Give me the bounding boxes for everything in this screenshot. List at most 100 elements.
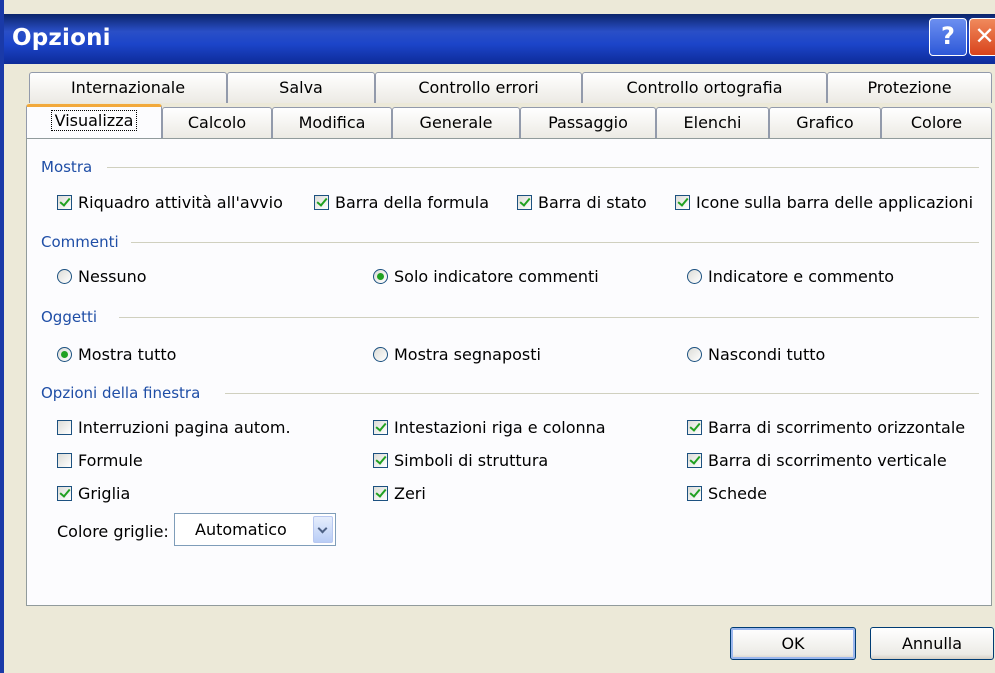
radio-label: Indicatore e commento [708, 267, 895, 286]
divider [131, 242, 979, 243]
checkbox-box[interactable] [687, 453, 702, 468]
checkbox-box[interactable] [314, 195, 329, 210]
tab-label: Calcolo [187, 113, 247, 132]
radio-circle[interactable] [57, 347, 72, 362]
tab-label: Salva [279, 78, 323, 97]
checkbox-label: Intestazioni riga e colonna [394, 418, 606, 437]
tab-label: Internazionale [70, 78, 186, 97]
checkbox-box[interactable] [373, 453, 388, 468]
checkbox-label: Simboli di struttura [394, 451, 549, 470]
checkbox-riquadro-attivita[interactable]: Riquadro attività all'avvio [57, 193, 283, 212]
checkbox-label: Formule [78, 451, 143, 470]
checkbox-box[interactable] [687, 420, 702, 435]
divider [119, 317, 979, 318]
tab-generale[interactable]: Generale [392, 107, 520, 138]
window-title: Opzioni [12, 25, 111, 51]
checkbox-schede[interactable]: Schede [687, 484, 767, 503]
radio-circle[interactable] [687, 269, 702, 284]
checkbox-box[interactable] [57, 486, 72, 501]
checkbox-scorrimento-verticale[interactable]: Barra di scorrimento verticale [687, 451, 947, 470]
radio-label: Mostra tutto [78, 345, 177, 364]
tab-label: Visualizza [50, 110, 138, 131]
radio-circle[interactable] [373, 347, 388, 362]
tab-grafico[interactable]: Grafico [769, 107, 881, 138]
help-icon: ? [941, 22, 955, 50]
options-dialog: Opzioni ? ✕ Internazionale Salva Control… [0, 0, 995, 673]
checkbox-label: Barra di stato [538, 193, 647, 212]
group-opzioni-finestra: Opzioni della finestra [41, 384, 201, 402]
radio-nascondi-tutto[interactable]: Nascondi tutto [687, 345, 825, 364]
tab-visualizza[interactable]: Visualizza [26, 104, 162, 138]
group-oggetti: Oggetti [41, 308, 98, 326]
radio-circle[interactable] [687, 347, 702, 362]
tab-internazionale[interactable]: Internazionale [29, 72, 227, 103]
tab-label: Modifica [298, 113, 366, 132]
checkbox-icone-barra-applicazioni[interactable]: Icone sulla barra delle applicazioni [675, 193, 973, 212]
checkbox-box[interactable] [675, 195, 690, 210]
tab-label: Controllo errori [418, 78, 539, 97]
checkbox-box[interactable] [57, 195, 72, 210]
checkbox-label: Riquadro attività all'avvio [78, 193, 283, 212]
tab-controllo-errori[interactable]: Controllo errori [375, 72, 582, 103]
tab-colore[interactable]: Colore [881, 107, 992, 138]
ok-button[interactable]: OK [730, 627, 856, 660]
radio-label: Nessuno [78, 267, 147, 286]
radio-mostra-tutto[interactable]: Mostra tutto [57, 345, 176, 364]
checkbox-label: Zeri [394, 484, 426, 503]
tab-calcolo[interactable]: Calcolo [162, 107, 272, 138]
radio-label: Solo indicatore commenti [394, 267, 599, 286]
tab-elenchi[interactable]: Elenchi [656, 107, 769, 138]
help-button[interactable]: ? [929, 18, 967, 56]
radio-solo-indicatore[interactable]: Solo indicatore commenti [373, 267, 599, 286]
radio-nessuno[interactable]: Nessuno [57, 267, 147, 286]
close-icon: ✕ [974, 22, 995, 50]
checkbox-simboli-struttura[interactable]: Simboli di struttura [373, 451, 548, 470]
title-bar[interactable]: Opzioni ? ✕ [4, 14, 995, 64]
tab-label: Generale [419, 113, 493, 132]
checkbox-zeri[interactable]: Zeri [373, 484, 426, 503]
gridcolor-label: Colore griglie: [57, 522, 169, 541]
checkbox-label: Griglia [78, 484, 131, 503]
checkbox-box[interactable] [57, 453, 72, 468]
tab-label: Colore [910, 113, 963, 132]
gridcolor-select[interactable]: Automatico [174, 513, 336, 546]
tab-controllo-ortografia[interactable]: Controllo ortografia [582, 72, 827, 103]
gridcolor-value: Automatico [195, 520, 287, 539]
tab-panel-visualizza: Mostra Riquadro attività all'avvio Barra… [26, 138, 992, 606]
checkbox-griglia[interactable]: Griglia [57, 484, 130, 503]
checkbox-formule[interactable]: Formule [57, 451, 143, 470]
tab-label: Grafico [796, 113, 854, 132]
checkbox-label: Interruzioni pagina autom. [78, 418, 291, 437]
radio-indicatore-commento[interactable]: Indicatore e commento [687, 267, 894, 286]
checkbox-label: Barra della formula [335, 193, 490, 212]
checkbox-interruzioni-pagina[interactable]: Interruzioni pagina autom. [57, 418, 291, 437]
checkbox-box[interactable] [517, 195, 532, 210]
radio-circle[interactable] [57, 269, 72, 284]
tab-label: Elenchi [683, 113, 742, 132]
checkbox-label: Barra di scorrimento verticale [708, 451, 947, 470]
checkbox-barra-stato[interactable]: Barra di stato [517, 193, 647, 212]
checkbox-label: Icone sulla barra delle applicazioni [696, 193, 974, 212]
checkbox-label: Barra di scorrimento orizzontale [708, 418, 966, 437]
radio-label: Mostra segnaposti [394, 345, 541, 364]
tab-passaggio[interactable]: Passaggio [520, 107, 656, 138]
checkbox-box[interactable] [687, 486, 702, 501]
tab-protezione[interactable]: Protezione [827, 72, 992, 103]
checkbox-box[interactable] [373, 420, 388, 435]
divider [225, 393, 979, 394]
tab-salva[interactable]: Salva [227, 72, 375, 103]
close-button[interactable]: ✕ [969, 18, 995, 56]
checkbox-barra-formula[interactable]: Barra della formula [314, 193, 489, 212]
checkbox-scorrimento-orizzontale[interactable]: Barra di scorrimento orizzontale [687, 418, 965, 437]
checkbox-label: Schede [708, 484, 767, 503]
checkbox-box[interactable] [373, 486, 388, 501]
radio-circle[interactable] [373, 269, 388, 284]
chevron-down-icon[interactable] [313, 516, 333, 543]
divider [107, 167, 979, 168]
tab-label: Controllo ortografia [626, 78, 783, 97]
radio-mostra-segnaposti[interactable]: Mostra segnaposti [373, 345, 541, 364]
checkbox-intestazioni-riga-colonna[interactable]: Intestazioni riga e colonna [373, 418, 606, 437]
tab-modifica[interactable]: Modifica [272, 107, 392, 138]
checkbox-box[interactable] [57, 420, 72, 435]
cancel-button[interactable]: Annulla [870, 627, 994, 660]
